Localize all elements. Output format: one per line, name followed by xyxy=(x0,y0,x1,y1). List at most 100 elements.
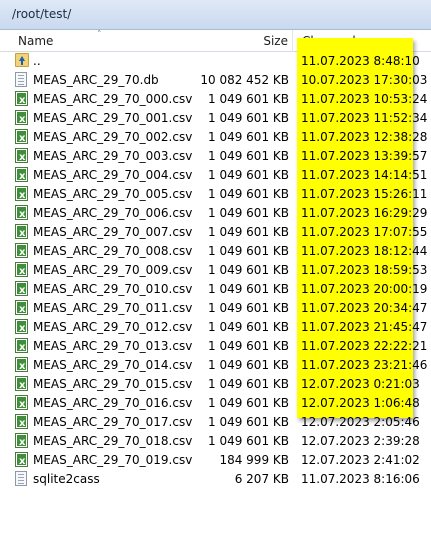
file-changed: 11.07.2023 20:00:19 xyxy=(301,282,428,296)
file-row[interactable]: MEAS_ARC_29_70_003.csv 1 049 601 KB 11.07.… xyxy=(0,147,431,167)
file-size: 1 049 601 KB xyxy=(208,282,289,296)
column-header-name[interactable]: Name xyxy=(18,30,196,52)
file-changed: 11.07.2023 17:07:55 xyxy=(301,225,428,239)
path-bar[interactable]: /root/test/ xyxy=(0,0,431,30)
file-row[interactable]: MEAS_ARC_29_70.db 10 082 452 KB 10.07.2023… xyxy=(0,71,431,90)
csv-file-icon xyxy=(15,300,29,319)
file-row[interactable]: MEAS_ARC_29_70_000.csv 1 049 601 KB 11.07.… xyxy=(0,90,431,110)
file-name: sqlite2cass xyxy=(33,472,100,486)
file-changed: 12.07.2023 0:21:03 xyxy=(301,377,420,391)
file-name: MEAS_ARC_29_70_019.csv xyxy=(33,453,193,467)
current-path: /root/test/ xyxy=(12,7,72,21)
file-row[interactable]: MEAS_ARC_29_70_004.csv 1 049 601 KB 11.07.… xyxy=(0,166,431,186)
file-size: 1 049 601 KB xyxy=(208,187,289,201)
csv-file-icon xyxy=(15,129,29,148)
file-size: 1 049 601 KB xyxy=(208,111,289,125)
file-size: 1 049 601 KB xyxy=(208,225,289,239)
file-name: MEAS_ARC_29_70_011.csv xyxy=(33,301,193,315)
csv-file-icon xyxy=(15,110,29,129)
csv-file-icon xyxy=(15,433,29,452)
file-row[interactable]: MEAS_ARC_29_70_008.csv 1 049 601 KB 11.07.… xyxy=(0,242,431,262)
file-size: 1 049 601 KB xyxy=(208,339,289,353)
csv-file-icon xyxy=(15,243,29,262)
file-size: 1 049 601 KB xyxy=(208,206,289,220)
file-row[interactable]: sqlite2cass 6 207 KB 11.07.2023 8:16:06 xyxy=(0,470,431,489)
file-row[interactable]: MEAS_ARC_29_70_002.csv 1 049 601 KB 11.07.… xyxy=(0,128,431,148)
file-row[interactable]: MEAS_ARC_29_70_016.csv 1 049 601 KB 12.07.… xyxy=(0,394,431,414)
csv-file-icon xyxy=(15,224,29,243)
file-size: 10 082 452 KB xyxy=(200,73,289,87)
file-size: 1 049 601 KB xyxy=(208,168,289,182)
file-changed: 11.07.2023 16:29:29 xyxy=(301,206,428,220)
file-size: 1 049 601 KB xyxy=(208,130,289,144)
file-size: 1 049 601 KB xyxy=(208,149,289,163)
csv-file-icon xyxy=(15,376,29,395)
file-row[interactable]: MEAS_ARC_29_70_007.csv 1 049 601 KB 11.07.… xyxy=(0,223,431,243)
file-row[interactable]: MEAS_ARC_29_70_019.csv 184 999 KB 12.07.20… xyxy=(0,451,431,471)
file-changed: 11.07.2023 23:21:46 xyxy=(301,358,428,372)
file-changed: 11.07.2023 12:38:28 xyxy=(301,130,428,144)
file-changed: 11.07.2023 18:12:44 xyxy=(301,244,428,258)
file-size: 1 049 601 KB xyxy=(208,301,289,315)
file-row[interactable]: MEAS_ARC_29_70_001.csv 1 049 601 KB 11.07.… xyxy=(0,109,431,129)
file-changed: 11.07.2023 14:14:51 xyxy=(301,168,428,182)
file-name: .. xyxy=(33,54,41,68)
file-changed: 11.07.2023 13:39:57 xyxy=(301,149,428,163)
csv-file-icon xyxy=(15,357,29,376)
csv-file-icon xyxy=(15,148,29,167)
file-row[interactable]: MEAS_ARC_29_70_006.csv 1 049 601 KB 11.07.… xyxy=(0,204,431,224)
file-name: MEAS_ARC_29_70_002.csv xyxy=(33,130,193,144)
file-size xyxy=(196,52,289,71)
file-row[interactable]: MEAS_ARC_29_70_005.csv 1 049 601 KB 11.07.… xyxy=(0,185,431,205)
file-row[interactable]: .. 11.07.2023 8:48:10 xyxy=(0,52,431,71)
file-row[interactable]: MEAS_ARC_29_70_017.csv 1 049 601 KB 12.07.… xyxy=(0,413,431,433)
file-changed: 11.07.2023 10:53:24 xyxy=(301,92,428,106)
csv-file-icon xyxy=(15,167,29,186)
file-changed: 12.07.2023 2:05:46 xyxy=(301,415,420,429)
file-size: 1 049 601 KB xyxy=(208,396,289,410)
file-name: MEAS_ARC_29_70_016.csv xyxy=(33,396,193,410)
file-changed: 11.07.2023 18:59:53 xyxy=(301,263,428,277)
file-name: MEAS_ARC_29_70_010.csv xyxy=(33,282,193,296)
file-size: 6 207 KB xyxy=(234,472,289,486)
file-row[interactable]: MEAS_ARC_29_70_012.csv 1 049 601 KB 11.07.… xyxy=(0,318,431,338)
file-row[interactable]: MEAS_ARC_29_70_014.csv 1 049 601 KB 11.07.… xyxy=(0,356,431,376)
csv-file-icon xyxy=(15,452,29,471)
file-changed: 12.07.2023 1:06:48 xyxy=(301,396,420,410)
file-name: MEAS_ARC_29_70_003.csv xyxy=(33,149,193,163)
csv-file-icon xyxy=(15,395,29,414)
file-size: 1 049 601 KB xyxy=(208,263,289,277)
file-name: MEAS_ARC_29_70_005.csv xyxy=(33,187,193,201)
file-size: 1 049 601 KB xyxy=(208,92,289,106)
file-changed: 12.07.2023 2:39:28 xyxy=(301,434,420,448)
file-changed: 11.07.2023 11:52:34 xyxy=(301,111,428,125)
file-size: 184 999 KB xyxy=(219,453,289,467)
csv-file-icon xyxy=(15,205,29,224)
file-name: MEAS_ARC_29_70_000.csv xyxy=(33,92,193,106)
file-row[interactable]: MEAS_ARC_29_70_013.csv 1 049 601 KB 11.07.… xyxy=(0,337,431,357)
file-row[interactable]: MEAS_ARC_29_70_015.csv 1 049 601 KB 12.07.… xyxy=(0,375,431,395)
file-name: MEAS_ARC_29_70_009.csv xyxy=(33,263,193,277)
file-name: MEAS_ARC_29_70_014.csv xyxy=(33,358,193,372)
csv-file-icon xyxy=(15,91,29,110)
file-size: 1 049 601 KB xyxy=(208,244,289,258)
file-changed: 11.07.2023 22:22:21 xyxy=(301,339,428,353)
file-name: MEAS_ARC_29_70_008.csv xyxy=(33,244,193,258)
file-name: MEAS_ARC_29_70_015.csv xyxy=(33,377,193,391)
file-row[interactable]: MEAS_ARC_29_70_011.csv 1 049 601 KB 11.07.… xyxy=(0,299,431,319)
column-header-size[interactable]: Size xyxy=(196,30,293,52)
file-size: 1 049 601 KB xyxy=(208,377,289,391)
csv-file-icon xyxy=(15,281,29,300)
file-size: 1 049 601 KB xyxy=(208,320,289,334)
file-row[interactable]: MEAS_ARC_29_70_018.csv 1 049 601 KB 12.07.… xyxy=(0,432,431,452)
file-name: MEAS_ARC_29_70_007.csv xyxy=(33,225,193,239)
csv-file-icon xyxy=(15,319,29,338)
file-name: MEAS_ARC_29_70.db xyxy=(33,73,159,87)
file-changed: 11.07.2023 8:48:10 xyxy=(301,54,420,68)
file-row[interactable]: MEAS_ARC_29_70_009.csv 1 049 601 KB 11.07.… xyxy=(0,261,431,281)
file-changed: 12.07.2023 2:41:02 xyxy=(301,453,420,467)
folder-up-icon xyxy=(15,53,29,70)
file-changed: 11.07.2023 8:16:06 xyxy=(301,472,420,486)
file-name: MEAS_ARC_29_70_017.csv xyxy=(33,415,193,429)
file-row[interactable]: MEAS_ARC_29_70_010.csv 1 049 601 KB 11.07.… xyxy=(0,280,431,300)
